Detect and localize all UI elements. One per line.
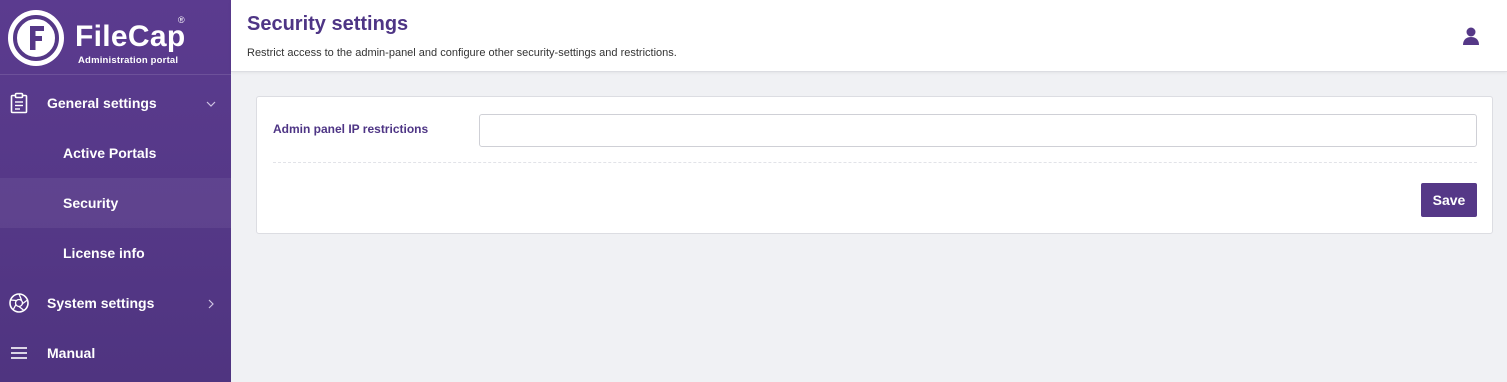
sidebar-subitem-label: Active Portals bbox=[63, 145, 157, 161]
user-icon[interactable] bbox=[1461, 26, 1481, 46]
brand-name: FileCap bbox=[75, 20, 186, 53]
page-header: Security settings Restrict access to the… bbox=[231, 0, 1507, 72]
sidebar-item-security[interactable]: Security bbox=[0, 178, 231, 228]
sidebar-item-general-settings[interactable]: General settings bbox=[0, 78, 231, 128]
sidebar-item-license-info[interactable]: License info bbox=[0, 228, 231, 278]
brand-subtitle: Administration portal bbox=[78, 55, 179, 66]
sidebar-item-label: General settings bbox=[47, 95, 157, 111]
sidebar-item-label: System settings bbox=[47, 295, 155, 311]
page-description: Restrict access to the admin-panel and c… bbox=[247, 47, 677, 59]
sidebar-item-manual[interactable]: Manual bbox=[0, 328, 231, 378]
aperture-icon bbox=[8, 292, 30, 314]
ip-restrictions-label: Admin panel IP restrictions bbox=[273, 122, 429, 136]
chevron-right-icon bbox=[205, 297, 217, 309]
page-title: Security settings bbox=[247, 13, 409, 35]
sidebar-divider bbox=[0, 74, 231, 75]
logo-f-icon bbox=[8, 10, 64, 66]
sidebar-subitem-label: Security bbox=[63, 195, 119, 211]
ip-restrictions-input[interactable] bbox=[479, 114, 1477, 147]
sidebar-item-system-settings[interactable]: System settings bbox=[0, 278, 231, 328]
security-settings-panel: Admin panel IP restrictions Save bbox=[256, 96, 1493, 234]
registered-mark: ® bbox=[178, 15, 185, 25]
hamburger-icon bbox=[8, 342, 30, 364]
filecap-logo[interactable]: FileCap ® Administration portal bbox=[8, 10, 223, 70]
chevron-down-icon bbox=[205, 97, 217, 109]
sidebar-subitem-label: License info bbox=[63, 245, 145, 261]
form-divider bbox=[273, 162, 1477, 163]
save-button[interactable]: Save bbox=[1421, 183, 1477, 217]
sidebar-item-label: Manual bbox=[47, 345, 96, 361]
sidebar-item-active-portals[interactable]: Active Portals bbox=[0, 128, 231, 178]
clipboard-icon bbox=[8, 92, 30, 114]
sidebar: FileCap ® Administration portal General … bbox=[0, 0, 231, 382]
